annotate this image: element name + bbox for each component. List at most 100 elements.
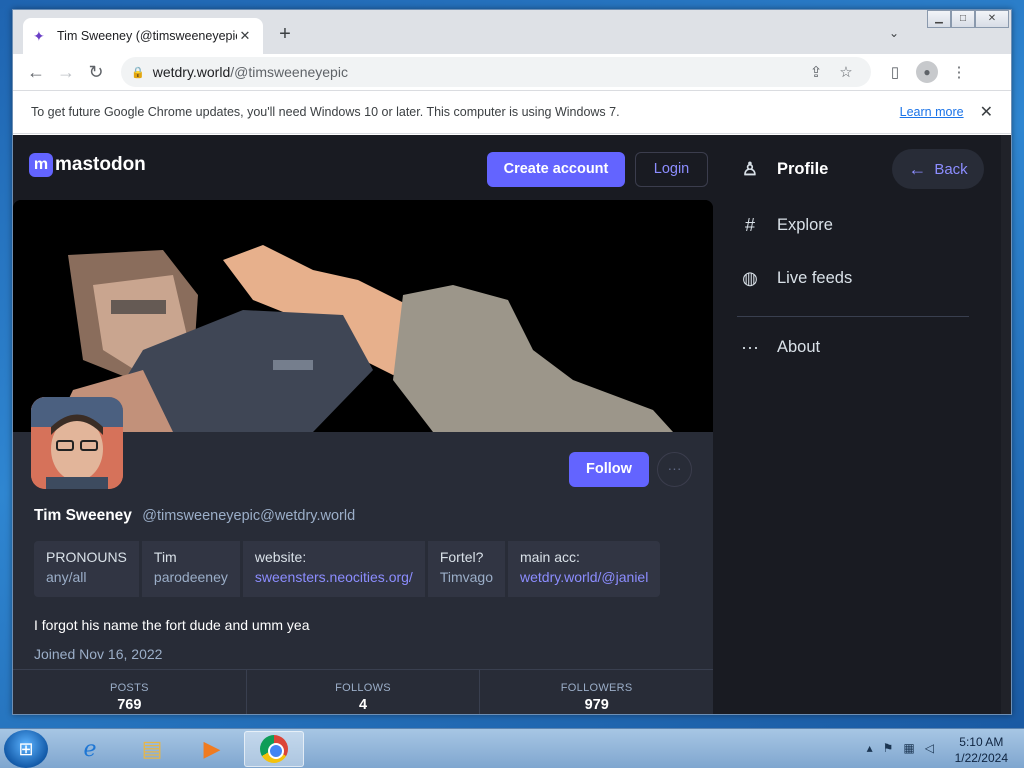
tab-search-chevron-icon[interactable]: ⌄	[889, 26, 899, 40]
ellipsis-icon: ···	[741, 337, 759, 357]
account-handle: @timsweeneyepic@wetdry.world	[142, 508, 356, 524]
back-button[interactable]: ← Back	[892, 149, 984, 189]
media-player-icon[interactable]: ▶	[184, 731, 240, 767]
nav-item-profile[interactable]: ♙ Profile	[735, 159, 828, 180]
profile-header-image	[13, 200, 713, 432]
profile-field: Fortel? Timvago	[427, 541, 505, 597]
side-panel-icon[interactable]: ▯	[879, 63, 911, 81]
profile-field: main acc: wetdry.world/@janiel	[508, 541, 661, 597]
joined-date: Joined Nov 16, 2022	[34, 646, 163, 662]
field-key: Fortel?	[439, 549, 484, 565]
field-value: parodeeney	[153, 569, 228, 585]
profile-avatar[interactable]	[31, 397, 123, 489]
nav-item-label: About	[777, 338, 821, 356]
minimize-button[interactable]: ▁	[927, 10, 951, 28]
browser-tab[interactable]: ✦ Tim Sweeney (@timsweeneyepic ✕	[23, 18, 263, 54]
nav-item-about[interactable]: ··· About	[735, 337, 820, 358]
infobar-close-icon[interactable]: ✕	[980, 102, 993, 122]
windows-taskbar: ⊞ ℯ ▤ ▶ ▴ ⚑ ▦ ◁ 5:10 AM 1/22/2024	[0, 728, 1024, 768]
chrome-taskbar-button[interactable]	[244, 731, 304, 767]
browser-toolbar: ← → ↻ 🔒 wetdry.world/@timsweeneyepic ⇪ ☆…	[13, 54, 1011, 90]
tab-close-icon[interactable]: ✕	[237, 28, 253, 44]
url-domain: wetdry.world	[152, 64, 231, 80]
arrow-left-icon: ←	[908, 158, 927, 179]
internet-explorer-icon[interactable]: ℯ	[62, 731, 118, 767]
profile-name-line: Tim Sweeney @timsweeneyepic@wetdry.world	[34, 507, 355, 525]
close-window-button[interactable]: ✕	[975, 10, 1009, 28]
followers-count: 979	[584, 697, 609, 713]
profile-bio: I forgot his name the fort dude and umm …	[34, 617, 310, 633]
follow-button[interactable]: Follow	[569, 452, 649, 487]
follows-label: FOLLOWS	[335, 682, 391, 694]
website-link[interactable]: sweensters.neocities.org/	[255, 569, 413, 585]
forward-arrow-icon[interactable]: →	[51, 57, 81, 87]
navigation-panel: ♙ Profile ← Back # Explore ◍ Live feeds …	[735, 135, 1011, 714]
new-tab-button[interactable]: +	[275, 24, 295, 44]
maximize-button[interactable]: □	[951, 10, 975, 28]
volume-muted-icon[interactable]: ◁	[925, 741, 934, 755]
file-explorer-icon[interactable]: ▤	[124, 731, 180, 767]
main-account-link[interactable]: wetdry.world/@janiel	[520, 569, 648, 585]
followers-stat[interactable]: FOLLOWERS 979	[480, 670, 713, 714]
mastodon-logo-text: mastodon	[55, 154, 146, 175]
mastodon-favicon-icon: ✦	[33, 28, 45, 44]
tab-strip: ✦ Tim Sweeney (@timsweeneyepic ✕ + ⌄ ▁ □…	[13, 10, 1011, 54]
nav-divider	[737, 316, 969, 317]
create-account-button[interactable]: Create account	[487, 152, 625, 187]
hashtag-icon: #	[744, 215, 755, 235]
scrollbar[interactable]	[1001, 135, 1011, 714]
update-infobar: To get future Google Chrome updates, you…	[13, 90, 1011, 134]
field-value: Timvago	[439, 569, 493, 585]
nav-item-label: Explore	[777, 216, 833, 234]
nav-item-label: Live feeds	[777, 269, 853, 287]
posts-stat[interactable]: POSTS 769	[13, 670, 247, 714]
address-bar[interactable]: 🔒 wetdry.world/@timsweeneyepic ⇪ ☆	[121, 57, 871, 87]
menu-kebab-icon[interactable]: ⋮	[943, 63, 975, 81]
profile-button[interactable]: ●	[911, 61, 943, 83]
field-key: Tim	[153, 549, 177, 565]
field-key: PRONOUNS	[46, 549, 127, 565]
followers-label: FOLLOWERS	[560, 682, 633, 694]
system-clock[interactable]: 5:10 AM 1/22/2024	[955, 734, 1008, 766]
follows-count: 4	[358, 697, 368, 713]
posts-label: POSTS	[109, 682, 149, 694]
tray-expand-icon[interactable]: ▴	[867, 741, 873, 755]
profile-field: PRONOUNS any/all	[34, 541, 139, 597]
mastodon-page: m mastodon Create account Login Follow ·…	[13, 135, 1011, 714]
lock-icon: 🔒	[131, 66, 145, 79]
person-icon: ♙	[741, 159, 759, 179]
clock-date: 1/22/2024	[954, 751, 1008, 765]
field-key: website:	[254, 549, 307, 565]
network-icon[interactable]: ▦	[903, 741, 914, 755]
system-tray: ▴ ⚑ ▦ ◁	[867, 741, 934, 755]
more-options-button[interactable]: ···	[657, 452, 692, 487]
mastodon-logo-icon: m	[29, 153, 53, 177]
learn-more-link[interactable]: Learn more	[900, 105, 964, 119]
follows-stat[interactable]: FOLLOWS 4	[247, 670, 481, 714]
infobar-message: To get future Google Chrome updates, you…	[31, 105, 620, 119]
bookmark-star-icon[interactable]: ☆	[831, 63, 861, 81]
action-center-flag-icon[interactable]: ⚑	[883, 741, 894, 755]
chrome-icon	[260, 735, 288, 763]
login-button[interactable]: Login	[635, 152, 708, 187]
back-label: Back	[934, 160, 968, 178]
nav-item-live-feeds[interactable]: ◍ Live feeds	[735, 268, 852, 289]
clock-time: 5:10 AM	[959, 735, 1004, 749]
back-arrow-icon[interactable]: ←	[21, 57, 51, 87]
display-name: Tim Sweeney	[34, 507, 132, 524]
profile-avatar-icon: ●	[916, 61, 938, 83]
tab-title: Tim Sweeney (@timsweeneyepic	[57, 29, 237, 43]
mastodon-logo[interactable]: m mastodon	[29, 153, 146, 177]
profile-field: website: sweensters.neocities.org/	[242, 541, 425, 597]
globe-icon: ◍	[742, 268, 758, 288]
start-button[interactable]: ⊞	[4, 730, 48, 768]
profile-fields: PRONOUNS any/all Tim parodeeney website:…	[34, 541, 661, 597]
profile-field: Tim parodeeney	[141, 541, 240, 597]
nav-item-explore[interactable]: # Explore	[735, 215, 833, 236]
field-key: main acc:	[520, 549, 580, 565]
posts-count: 769	[117, 697, 142, 713]
share-icon[interactable]: ⇪	[801, 63, 831, 81]
url-path: /@timsweeneyepic	[230, 64, 348, 80]
nav-item-label: Profile	[777, 160, 829, 178]
reload-icon[interactable]: ↻	[81, 57, 111, 87]
